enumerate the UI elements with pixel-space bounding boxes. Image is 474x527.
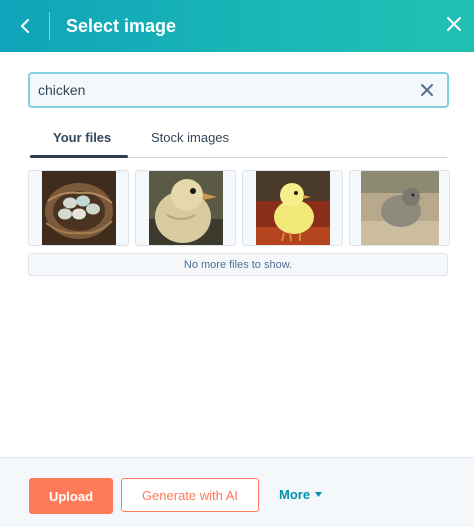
header-divider — [49, 12, 50, 40]
back-button[interactable] — [12, 12, 40, 40]
tab-stock-images[interactable]: Stock images — [151, 130, 229, 146]
clear-icon — [421, 84, 433, 96]
chevron-left-icon — [21, 19, 29, 33]
image-grid — [28, 170, 450, 246]
more-dropdown-button[interactable]: More — [279, 487, 323, 502]
thumbnail-yellow-chick[interactable] — [242, 170, 343, 246]
image-eggs-in-nest — [41, 171, 116, 245]
clear-search-button[interactable] — [418, 81, 436, 99]
image-chick-closeup — [148, 171, 223, 245]
close-icon — [447, 17, 461, 31]
search-input[interactable] — [38, 74, 408, 106]
tab-bar: Your files Stock images — [29, 120, 447, 160]
caret-down-icon — [315, 492, 323, 497]
no-more-files-message: No more files to show. — [28, 253, 448, 276]
modal-footer: Upload Generate with AI More — [0, 457, 474, 527]
active-tab-indicator — [30, 155, 128, 158]
generate-with-ai-button[interactable]: Generate with AI — [121, 478, 259, 512]
image-yellow-chick — [255, 171, 330, 245]
modal-title: Select image — [66, 16, 177, 36]
thumbnail-eggs-in-nest[interactable] — [28, 170, 129, 246]
modal-header: Select image — [0, 0, 474, 52]
thumbnail-chick-closeup[interactable] — [135, 170, 236, 246]
more-label: More — [279, 487, 311, 502]
image-fluffy-chick — [360, 171, 439, 245]
search-box — [28, 72, 449, 108]
thumbnail-fluffy-chick[interactable] — [349, 170, 450, 246]
close-button[interactable] — [442, 12, 466, 36]
upload-button[interactable]: Upload — [29, 478, 113, 514]
tab-your-files[interactable]: Your files — [53, 130, 111, 146]
